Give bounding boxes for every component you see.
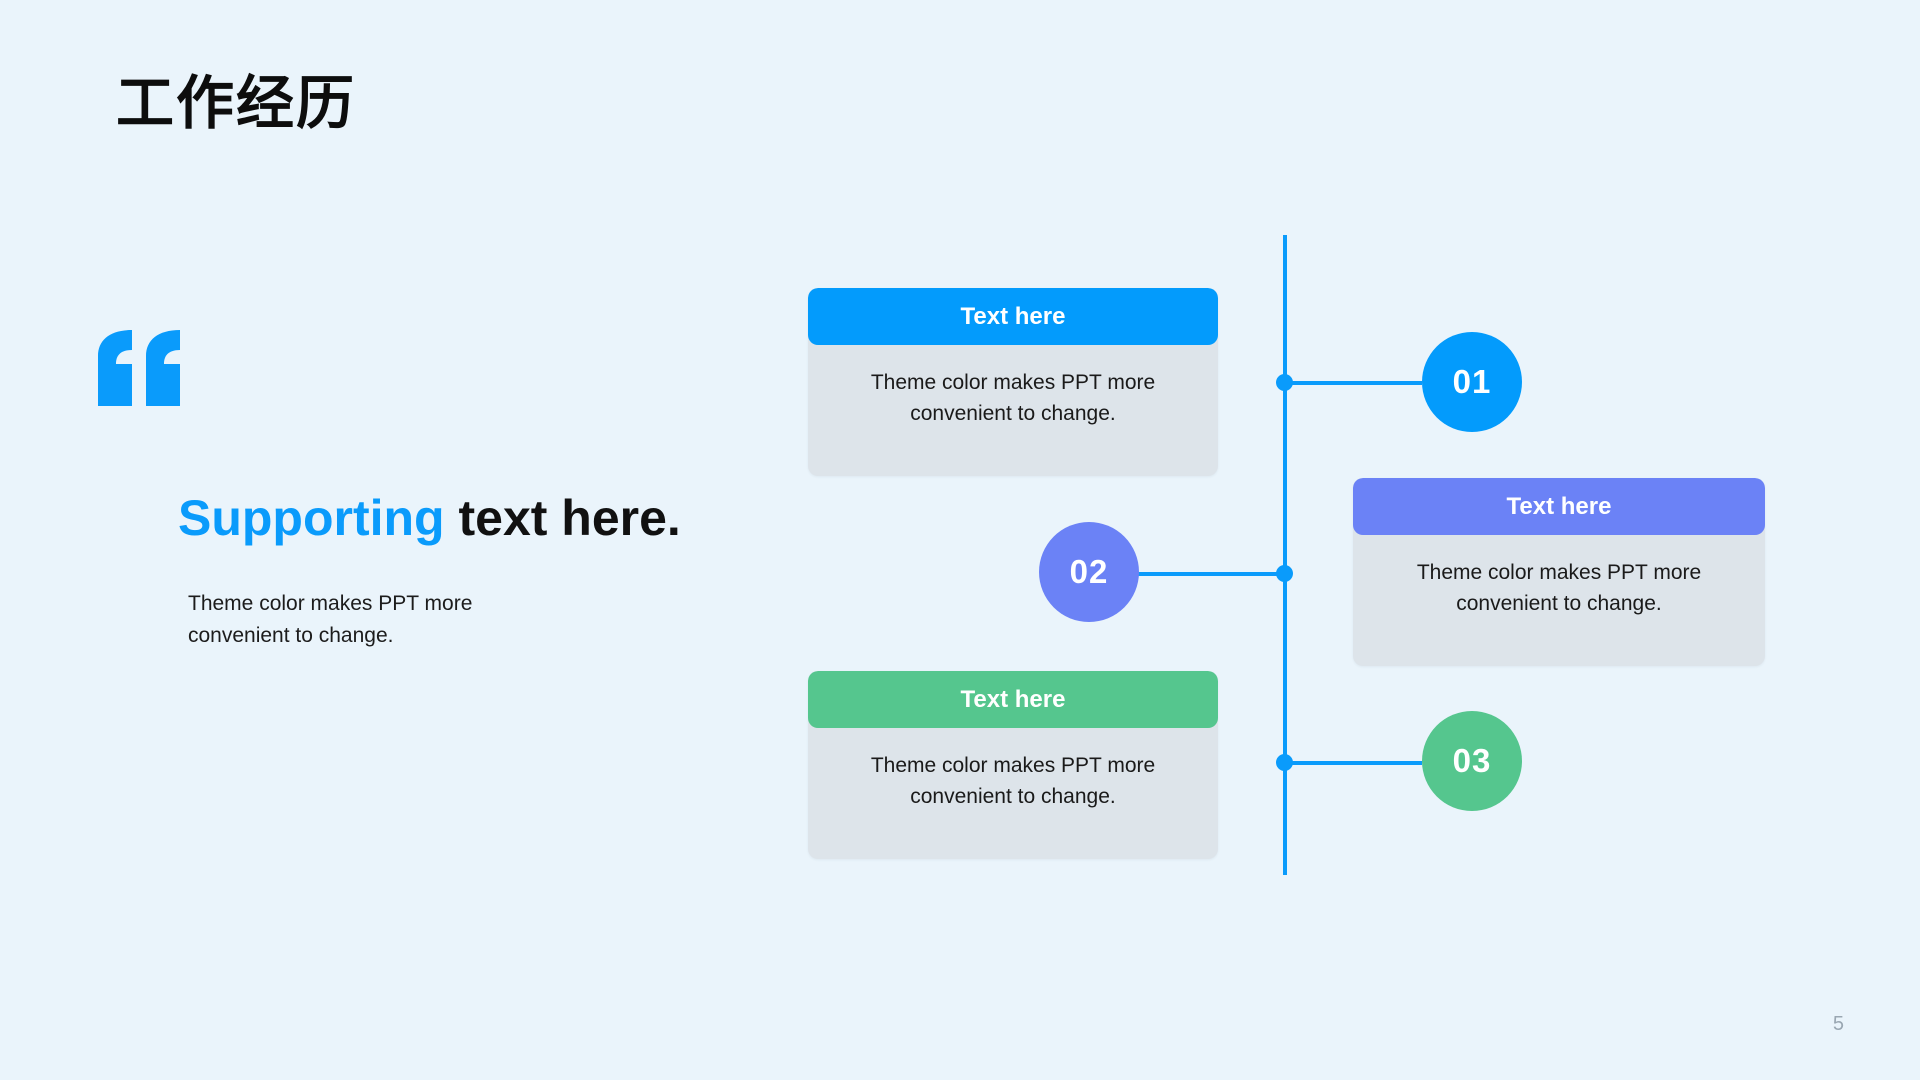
content-card-01-header: Text here xyxy=(808,288,1218,345)
content-card-03-header-label: Text here xyxy=(960,685,1066,713)
timeline-connector-01 xyxy=(1287,381,1422,385)
content-card-01-header-label: Text here xyxy=(960,302,1066,330)
content-card-02-header: Text here xyxy=(1353,478,1765,535)
supporting-heading-rest: text here. xyxy=(444,490,681,546)
timeline-marker-01[interactable]: 01 xyxy=(1422,332,1522,432)
timeline-marker-02[interactable]: 02 xyxy=(1039,522,1139,622)
page-title: 工作经历 xyxy=(116,71,357,136)
content-card-02[interactable]: Text here Theme color makes PPT more con… xyxy=(1353,478,1765,666)
supporting-paragraph: Theme color makes PPT more convenient to… xyxy=(188,592,473,647)
timeline-marker-01-label: 01 xyxy=(1452,363,1492,400)
content-card-01-body: Theme color makes PPT more convenient to… xyxy=(870,371,1156,426)
timeline-connector-02 xyxy=(1120,572,1287,576)
content-card-02-header-label: Text here xyxy=(1506,492,1612,520)
slide-canvas: 工作经历 Supporting text here. Theme color m… xyxy=(0,0,1920,1080)
supporting-heading-accent: Supporting xyxy=(178,490,445,546)
timeline-connector-03 xyxy=(1287,761,1422,765)
timeline-marker-02-label: 02 xyxy=(1069,553,1109,590)
quote-mark-icon xyxy=(98,330,184,406)
content-card-02-body: Theme color makes PPT more convenient to… xyxy=(1416,561,1702,616)
content-card-01[interactable]: Text here Theme color makes PPT more con… xyxy=(808,288,1218,476)
supporting-heading: Supporting text here. xyxy=(178,490,681,546)
content-card-03[interactable]: Text here Theme color makes PPT more con… xyxy=(808,671,1218,859)
timeline-axis xyxy=(1283,235,1287,875)
content-card-03-header: Text here xyxy=(808,671,1218,728)
timeline-marker-03-label: 03 xyxy=(1452,742,1492,779)
timeline-marker-03[interactable]: 03 xyxy=(1422,711,1522,811)
page-number: 5 xyxy=(1832,1013,1844,1035)
content-card-03-body: Theme color makes PPT more convenient to… xyxy=(870,754,1156,809)
